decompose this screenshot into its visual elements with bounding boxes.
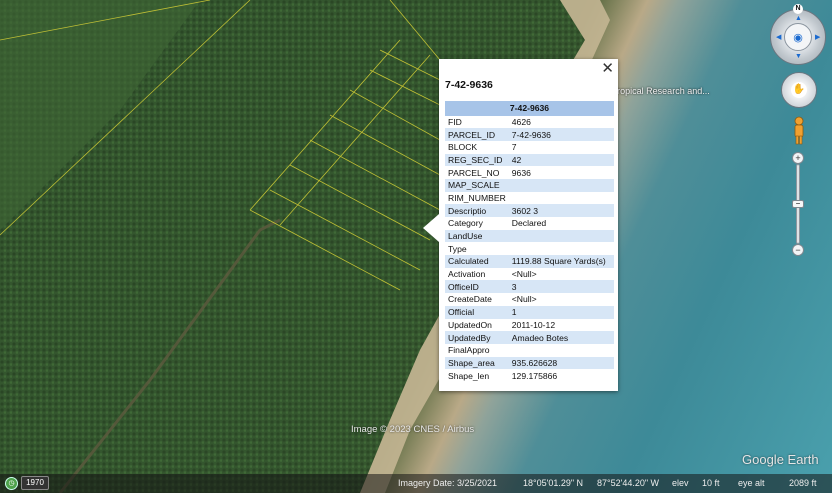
zoom-thumb[interactable]: − [792, 200, 804, 208]
look-around-control[interactable]: ✋ [781, 72, 817, 108]
zoom-in-button[interactable]: + [792, 152, 804, 164]
attribute-key: Shape_area [445, 356, 509, 370]
pan-up-icon[interactable]: ▲ [795, 15, 802, 22]
elevation-label: elev [672, 478, 689, 488]
attribute-key: Official [445, 305, 509, 319]
attribute-value: <Null> [511, 269, 537, 280]
satellite-imagery [0, 0, 610, 493]
table-row: UpdatedBy Amadeo Botes [445, 331, 614, 344]
attribute-value: 9636 [511, 167, 531, 178]
attribute-value [509, 192, 614, 205]
attribute-value [509, 344, 614, 357]
latitude-readout: 18°05'01.29" N [523, 478, 584, 488]
popup-title: 7-42-9636 [445, 79, 493, 91]
zoom-out-button[interactable]: − [792, 244, 804, 256]
table-row: LandUse [445, 229, 614, 243]
attribute-value: Declared [511, 218, 547, 229]
attribute-value: 7 [511, 142, 517, 153]
imagery-credit: Image © 2023 CNES / Airbus [351, 424, 475, 435]
table-row: MAP_SCALE [445, 178, 614, 192]
pan-right-icon[interactable]: ▶ [815, 33, 820, 41]
compass-navigation-control[interactable]: N ▲ ▼ ◀ ▶ ◉ [770, 4, 826, 65]
place-label[interactable]: Tropical Research and... [612, 86, 710, 96]
attribute-key: Shape_len [448, 370, 490, 381]
attribute-key: Type [448, 243, 467, 254]
attribute-table: 7-42-9636 FID 4626 PARCEL_ID 7-42-9636 BLOCK… [445, 101, 614, 382]
attribute-value: 42 [508, 153, 614, 167]
attribute-key: CreateDate [448, 294, 492, 305]
attribute-value: 3602 3 [508, 204, 614, 217]
attribute-value: 129.175866 [511, 370, 558, 381]
attribute-key: UpdatedBy [445, 331, 509, 344]
attribute-value: 1 [508, 305, 614, 319]
status-bar: ◷ 1970 Imagery Date: 3/25/2021 18°05'01.… [0, 474, 832, 493]
map-view[interactable]: Tropical Research and... ✕ 7-42-9636 7-4… [0, 0, 832, 493]
pan-down-icon[interactable]: ▼ [795, 53, 802, 60]
attribute-value [508, 178, 614, 192]
parcel-info-popup: ✕ 7-42-9636 7-42-9636 FID 4626 PARCEL_ID 7-… [423, 59, 618, 391]
attribute-key: Category [448, 218, 483, 229]
attribute-key: FinalAppro [448, 345, 490, 356]
attribute-value [509, 242, 614, 255]
pan-left-icon[interactable]: ◀ [776, 33, 781, 41]
table-row: Shape_area 935.626628 [445, 356, 614, 370]
table-row: UpdatedOn 2011-10-12 [445, 319, 614, 332]
north-indicator[interactable]: N [793, 4, 803, 14]
zoom-slider[interactable]: + − − [792, 152, 804, 256]
table-row: PARCEL_ID 7-42-9636 [445, 128, 614, 141]
historical-year[interactable]: 1970 [21, 476, 49, 490]
eye-altitude-value: 2089 ft [789, 478, 817, 488]
attribute-key: PARCEL_NO [448, 167, 500, 178]
table-row: FinalAppro [445, 344, 614, 357]
attribute-key: RIM_NUMBER [448, 192, 506, 203]
elevation-value: 10 ft [702, 478, 720, 488]
close-icon[interactable]: ✕ [601, 61, 614, 77]
table-row: Official 1 [445, 305, 614, 319]
popup-pointer [423, 214, 439, 242]
attribute-value: 3 [508, 280, 614, 294]
attribute-value: 1119.88 Square Yards(s) [508, 255, 614, 268]
longitude-readout: 87°52'44.20" W [597, 478, 660, 488]
attribute-value: <Null> [511, 294, 537, 305]
table-row: Activation <Null> [445, 268, 614, 281]
attribute-value: 2011-10-12 [511, 319, 556, 330]
attribute-key: MAP_SCALE [445, 178, 509, 192]
table-header: 7-42-9636 [445, 101, 614, 116]
attribute-value: 4626 [511, 116, 531, 127]
table-row: Descriptio 3602 3 [445, 204, 614, 217]
table-row: OfficeID 3 [445, 280, 614, 294]
eye-altitude-label: eye alt [738, 478, 765, 488]
attribute-value [508, 229, 614, 243]
attribute-key: Activation [448, 269, 486, 280]
table-row: RIM_NUMBER [445, 192, 614, 205]
table-row: Shape_len 129.175866 [445, 369, 614, 382]
attribute-key: BLOCK [448, 142, 478, 153]
table-row: REG_SEC_ID 42 [445, 153, 614, 167]
attribute-key: Calculated [445, 255, 509, 268]
table-row: Calculated 1119.88 Square Yards(s) [445, 255, 614, 268]
attribute-key: FID [448, 116, 462, 127]
attribute-key: LandUse [445, 229, 509, 243]
table-row: Type [445, 242, 614, 255]
table-row: PARCEL_NO 9636 [445, 166, 614, 179]
attribute-key: PARCEL_ID [445, 128, 509, 141]
imagery-date: Imagery Date: 3/25/2021 [398, 478, 498, 488]
street-view-pegman-icon[interactable] [792, 116, 806, 146]
attribute-key: Descriptio [445, 204, 509, 217]
google-earth-logo: Google Earth [742, 452, 819, 467]
hand-icon[interactable]: ✋ [791, 82, 807, 98]
attribute-value: Amadeo Botes [508, 331, 614, 344]
table-row: FID 4626 [445, 116, 614, 129]
table-row: CreateDate <Null> [445, 293, 614, 306]
table-row: Category Declared [445, 217, 614, 230]
table-row: BLOCK 7 [445, 141, 614, 154]
historical-imagery-icon[interactable]: ◷ [5, 477, 18, 490]
attribute-key: REG_SEC_ID [445, 153, 509, 167]
attribute-key: OfficeID [445, 280, 509, 294]
attribute-value: 7-42-9636 [508, 128, 614, 141]
attribute-value: 935.626628 [508, 356, 614, 370]
attribute-key: UpdatedOn [448, 319, 492, 330]
eye-icon[interactable]: ◉ [784, 23, 812, 51]
